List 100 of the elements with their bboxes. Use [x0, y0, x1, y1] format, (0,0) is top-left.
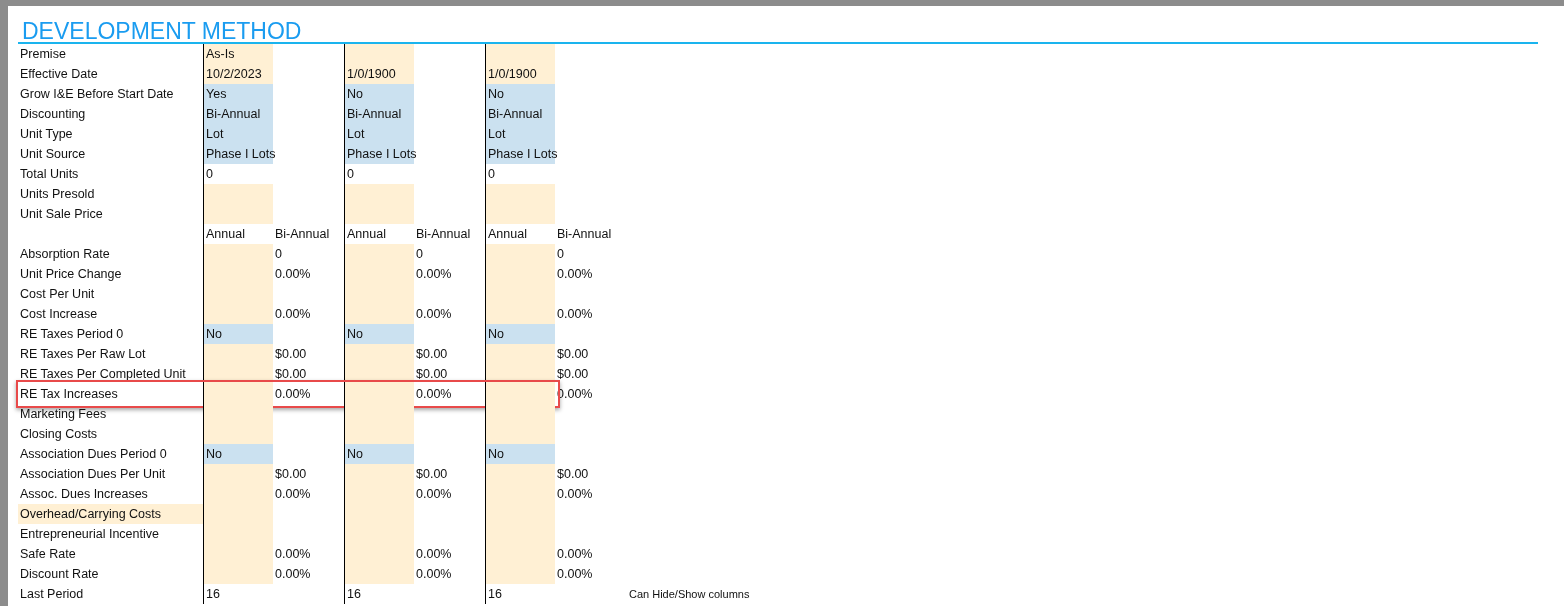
row-label: Unit Price Change: [19, 266, 123, 283]
row-label: Discounting: [19, 106, 87, 123]
input-cell[interactable]: [203, 464, 273, 484]
input-cell[interactable]: [344, 204, 414, 224]
row-label: Assoc. Dues Increases: [19, 486, 149, 503]
table-cell-text: 0.00%: [415, 306, 453, 323]
input-cell[interactable]: No: [485, 324, 555, 344]
input-cell[interactable]: [485, 344, 555, 364]
table-cell-text: 0.00%: [274, 386, 312, 403]
row-label: RE Taxes Period 0: [19, 326, 125, 343]
input-cell[interactable]: [344, 464, 414, 484]
input-cell[interactable]: [203, 424, 273, 444]
table-cell-text: 0.00%: [274, 486, 312, 503]
table-cell-text: 0.00%: [274, 306, 312, 323]
input-cell[interactable]: [344, 364, 414, 384]
input-cell[interactable]: Phase I Lots: [485, 144, 555, 164]
row-label: Safe Rate: [19, 546, 77, 563]
input-cell[interactable]: [203, 384, 273, 404]
table-cell-text: 0.00%: [556, 306, 594, 323]
input-cell[interactable]: [485, 464, 555, 484]
row-label: Unit Source: [19, 146, 87, 163]
table-cell-text: $0.00: [274, 346, 308, 363]
table-cell-text: 0.00%: [556, 266, 594, 283]
input-cell[interactable]: [203, 184, 273, 204]
table-cell-text: $0.00: [556, 466, 590, 483]
table-cell-text: Bi-Annual: [415, 226, 472, 243]
table-cell: 16: [485, 584, 555, 604]
table-cell-text: $0.00: [415, 466, 449, 483]
row-label: Closing Costs: [19, 426, 99, 443]
input-cell[interactable]: No: [344, 324, 414, 344]
input-cell[interactable]: [485, 364, 555, 384]
table-cell-text: 0.00%: [415, 386, 453, 403]
input-cell[interactable]: Lot: [203, 124, 273, 144]
table-cell-text: $0.00: [556, 346, 590, 363]
input-cell[interactable]: [344, 304, 414, 324]
input-cell[interactable]: 1/0/1900: [485, 64, 555, 84]
input-cell[interactable]: [485, 244, 555, 264]
table-cell-text: 0.00%: [415, 566, 453, 583]
row-label: Association Dues Period 0: [19, 446, 168, 463]
row-label: Discount Rate: [19, 566, 100, 583]
row-label: RE Taxes Per Completed Unit: [19, 366, 187, 383]
input-cell[interactable]: No: [344, 444, 414, 464]
note-text: Can Hide/Show columns: [628, 587, 751, 602]
input-cell[interactable]: Phase I Lots: [203, 144, 273, 164]
input-cell[interactable]: [485, 44, 555, 64]
table-cell: 16: [203, 584, 273, 604]
table-cell-text: 0.00%: [556, 566, 594, 583]
input-cell[interactable]: No: [203, 444, 273, 464]
input-cell[interactable]: Phase I Lots: [344, 144, 414, 164]
table-cell-text: 0: [415, 246, 424, 263]
input-cell[interactable]: No: [344, 84, 414, 104]
input-cell[interactable]: [344, 564, 414, 584]
input-cell[interactable]: [203, 364, 273, 384]
input-cell[interactable]: [203, 344, 273, 364]
row-label: Unit Sale Price: [19, 206, 104, 223]
input-cell[interactable]: Yes: [203, 84, 273, 104]
input-cell[interactable]: [485, 564, 555, 584]
input-cell[interactable]: [203, 564, 273, 584]
table-cell-text: Bi-Annual: [556, 226, 613, 243]
row-label: RE Tax Increases: [19, 386, 119, 403]
input-cell[interactable]: No: [203, 324, 273, 344]
input-cell[interactable]: [485, 204, 555, 224]
input-cell[interactable]: [344, 384, 414, 404]
row-label: Overhead/Carrying Costs: [18, 504, 203, 524]
input-cell[interactable]: [485, 184, 555, 204]
input-cell[interactable]: As-Is: [203, 44, 273, 64]
table-cell-text: 0.00%: [415, 486, 453, 503]
row-label: Grow I&E Before Start Date: [19, 86, 175, 103]
input-cell[interactable]: Lot: [485, 124, 555, 144]
row-label: Total Units: [19, 166, 80, 183]
row-label: Absorption Rate: [19, 246, 111, 263]
table-cell-text: $0.00: [274, 466, 308, 483]
input-cell[interactable]: [485, 304, 555, 324]
table-cell-text: 0.00%: [415, 266, 453, 283]
row-label: Unit Type: [19, 126, 74, 143]
table-cell-text: 0.00%: [274, 566, 312, 583]
table-cell-text: 0.00%: [415, 546, 453, 563]
input-cell[interactable]: [485, 424, 555, 444]
input-cell[interactable]: [344, 244, 414, 264]
row-label: Effective Date: [19, 66, 99, 83]
table-cell-text: 0.00%: [274, 546, 312, 563]
table-cell-text: 0.00%: [274, 266, 312, 283]
input-cell[interactable]: [485, 384, 555, 404]
input-cell[interactable]: [344, 44, 414, 64]
input-cell[interactable]: Bi-Annual: [203, 104, 273, 124]
row-label: Cost Per Unit: [19, 286, 96, 303]
input-cell[interactable]: [344, 184, 414, 204]
input-cell[interactable]: Bi-Annual: [344, 104, 414, 124]
input-cell[interactable]: [203, 204, 273, 224]
input-cell[interactable]: [203, 244, 273, 264]
table-cell-text: $0.00: [415, 346, 449, 363]
input-cell[interactable]: Bi-Annual: [485, 104, 555, 124]
input-cell[interactable]: No: [485, 444, 555, 464]
input-cell[interactable]: Lot: [344, 124, 414, 144]
input-cell[interactable]: [203, 304, 273, 324]
input-cell[interactable]: 1/0/1900: [344, 64, 414, 84]
input-cell[interactable]: 10/2/2023: [203, 64, 273, 84]
input-cell[interactable]: [344, 344, 414, 364]
input-cell[interactable]: [344, 424, 414, 444]
input-cell[interactable]: No: [485, 84, 555, 104]
